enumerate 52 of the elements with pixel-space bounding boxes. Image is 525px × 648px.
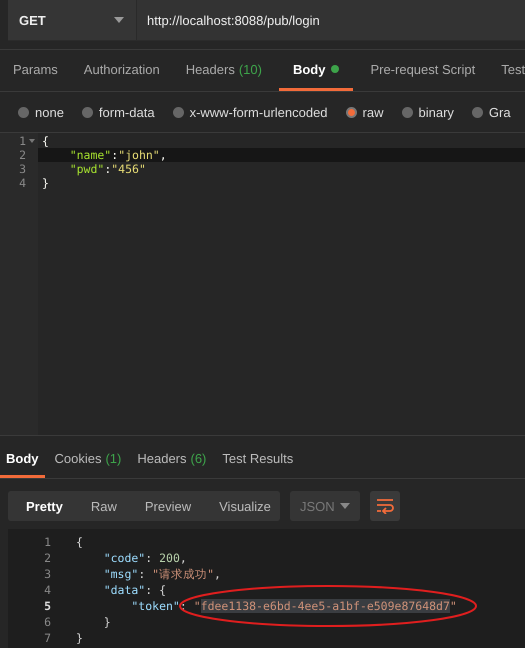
- line-number: 1: [43, 534, 52, 550]
- view-mode-button[interactable]: Visualize: [205, 491, 285, 521]
- code-line: "msg": "请求成功",: [102, 567, 221, 581]
- response-tab[interactable]: Body: [0, 442, 44, 478]
- line-number: 2: [19, 148, 26, 162]
- line-number: 3: [43, 566, 52, 582]
- wrap-lines-icon: [376, 498, 394, 514]
- line-number: 6: [43, 614, 52, 630]
- radio-button[interactable]: [472, 106, 483, 118]
- line-number: 4: [43, 582, 52, 598]
- line-number: 5: [43, 598, 52, 614]
- url-field[interactable]: http://localhost:8088/pub/login: [137, 0, 525, 40]
- code-line: "code": 200,: [102, 551, 187, 565]
- code-line: "data": {: [102, 583, 166, 597]
- fold-icon[interactable]: [29, 139, 35, 143]
- radio-label[interactable]: Gra: [488, 104, 511, 120]
- radio-button[interactable]: [18, 106, 29, 118]
- line-number: 1: [19, 134, 26, 148]
- code-line: }: [102, 615, 111, 629]
- radio-label[interactable]: raw: [362, 104, 384, 120]
- radio-label[interactable]: form-data: [98, 104, 155, 120]
- radio-label[interactable]: binary: [418, 104, 454, 120]
- response-tab[interactable]: Test Results: [216, 442, 300, 478]
- radio-button[interactable]: [172, 106, 184, 118]
- view-mode-button[interactable]: Pretty: [12, 491, 77, 521]
- request-tab[interactable]: Body: [278, 50, 354, 91]
- radio-button[interactable]: [402, 106, 412, 118]
- view-mode-button[interactable]: Raw: [76, 491, 131, 521]
- request-tab[interactable]: Pre-request Script: [361, 50, 484, 91]
- request-tab[interactable]: Params: [13, 50, 67, 91]
- caret-icon: [114, 17, 124, 23]
- code-line: "pwd":"456": [68, 162, 147, 176]
- radio-label[interactable]: x-www-form-urlencoded: [190, 104, 328, 120]
- radio-button[interactable]: [346, 106, 357, 118]
- code-line: {: [76, 535, 83, 549]
- code-line: }: [41, 176, 50, 190]
- radio-button[interactable]: [82, 106, 93, 118]
- code-line: {: [41, 134, 50, 148]
- request-tab[interactable]: Headers (10): [176, 50, 271, 91]
- view-mode-button[interactable]: Preview: [130, 491, 206, 521]
- radio-label[interactable]: none: [35, 104, 64, 120]
- caret-icon: [340, 503, 350, 509]
- wrap-button[interactable]: [370, 491, 400, 521]
- request-tab[interactable]: Test: [492, 50, 525, 91]
- request-tab[interactable]: Authorization: [74, 50, 169, 91]
- line-number: 2: [43, 550, 52, 566]
- line-number: 7: [43, 630, 52, 646]
- line-number: 3: [19, 162, 26, 176]
- response-tab[interactable]: Cookies (1): [48, 442, 128, 478]
- line-number: 4: [19, 176, 26, 190]
- response-tab[interactable]: Headers (6): [131, 442, 212, 478]
- code-line: }: [76, 631, 83, 645]
